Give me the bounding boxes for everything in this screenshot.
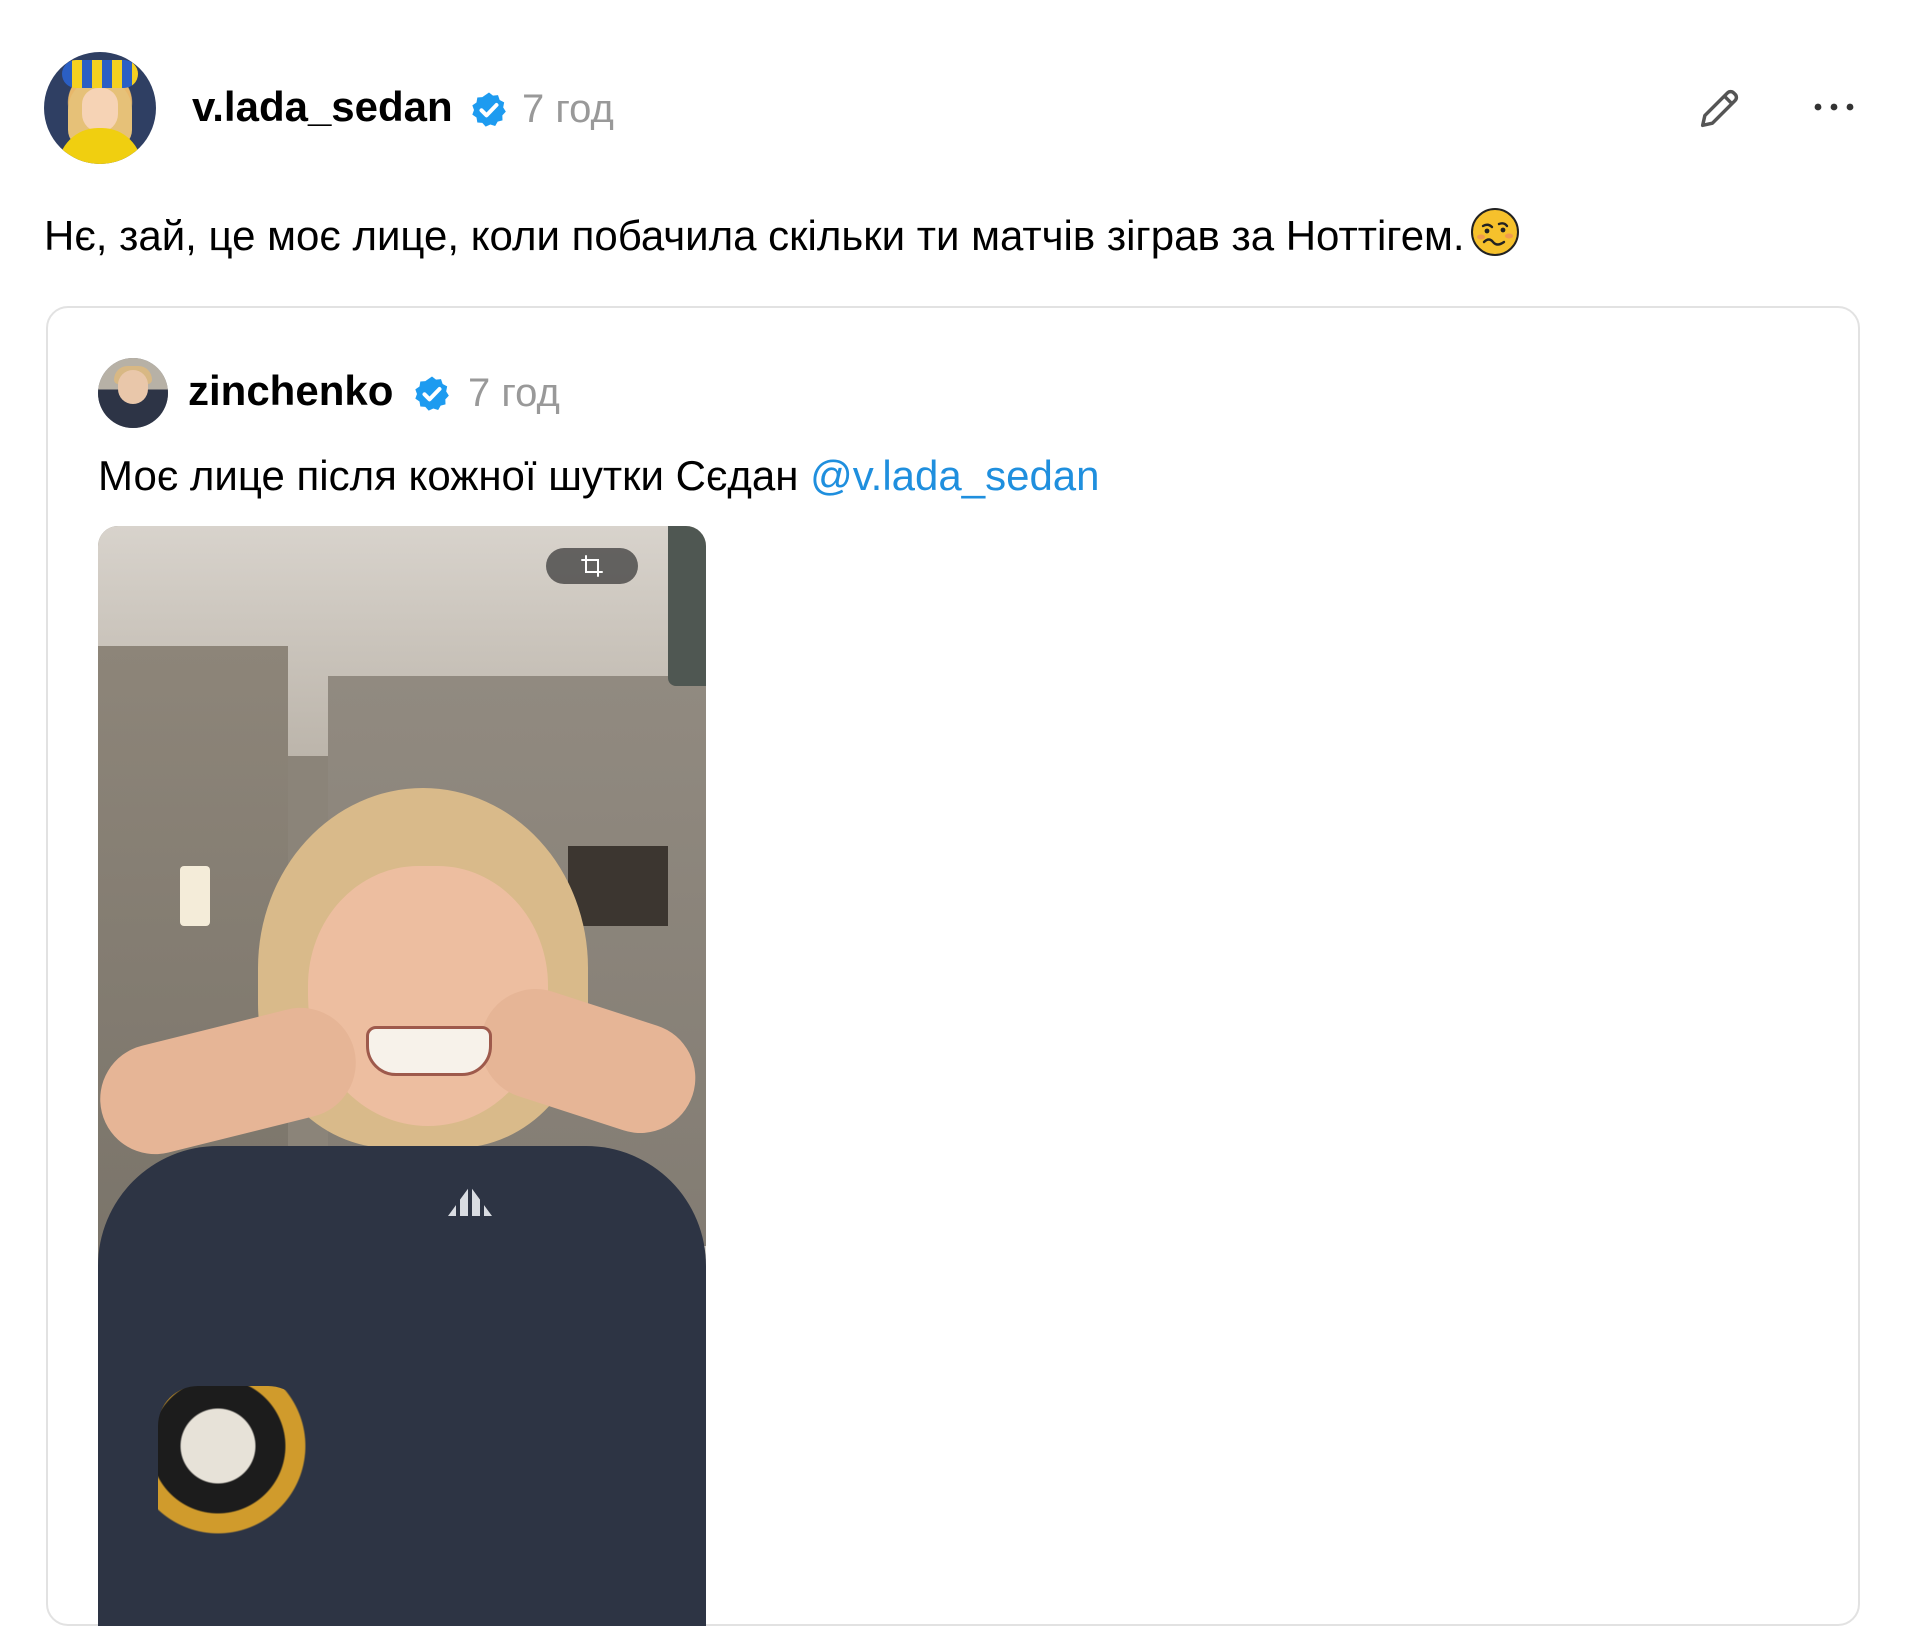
crop-icon	[581, 555, 603, 577]
media-shelf	[568, 846, 668, 926]
quoted-timestamp: 7 год	[468, 371, 560, 415]
quoted-username[interactable]: zinchenko	[188, 366, 393, 416]
verified-badge-icon	[472, 92, 506, 127]
woozy-face-emoji	[1470, 208, 1519, 256]
crop-button[interactable]	[546, 548, 638, 584]
post-timestamp: 7 год	[522, 87, 614, 131]
verified-badge-icon	[415, 376, 449, 411]
avatar-face	[82, 88, 118, 132]
quoted-text: Моє лице після кожної шутки Сєдан @v.lad…	[98, 446, 1100, 506]
quoted-text-content: Моє лице після кожної шутки Сєдан	[98, 452, 811, 499]
pencil-icon[interactable]	[1694, 82, 1746, 134]
avatar[interactable]	[44, 52, 156, 164]
media-door	[668, 526, 706, 686]
post-header: v.lada_sedan 7 год	[44, 52, 1874, 164]
author-username[interactable]: v.lada_sedan	[192, 82, 453, 132]
mention-link[interactable]: @v.lada_sedan	[810, 452, 1099, 499]
quoted-avatar-face	[118, 370, 148, 404]
more-dots-icon[interactable]	[1808, 92, 1860, 122]
quoted-media-video[interactable]	[98, 526, 706, 1626]
post-text-content: Нє, зай, це моє лице, коли побачила скіл…	[44, 212, 1465, 259]
quoted-avatar[interactable]	[98, 358, 168, 428]
quoted-post-card[interactable]: zinchenko 7 год Моє лице після кожної шу…	[46, 306, 1860, 1626]
media-lamp	[180, 866, 210, 926]
media-shirt-print	[158, 1386, 308, 1586]
avatar-flower-crown	[62, 60, 138, 88]
media-child-mouth	[366, 1026, 492, 1076]
post-text: Нє, зай, це моє лице, коли побачила скіл…	[44, 206, 1521, 266]
